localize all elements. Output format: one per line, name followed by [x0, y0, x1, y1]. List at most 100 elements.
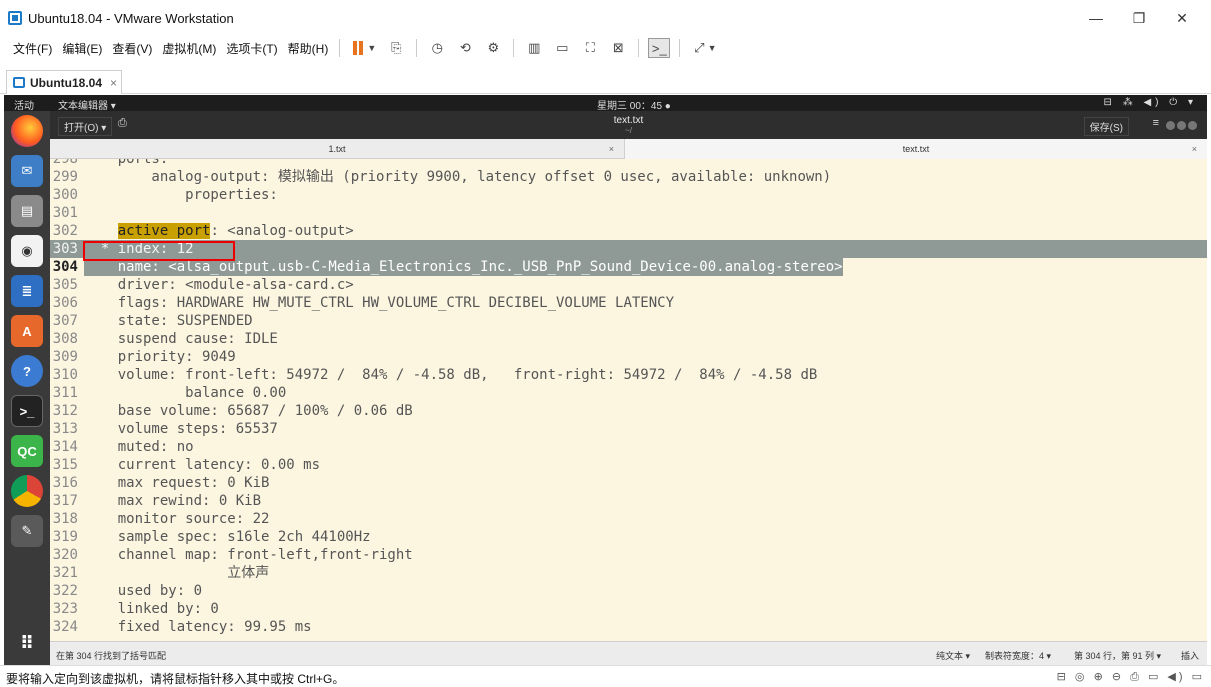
annotation-highlight-box [83, 241, 235, 261]
snapshot-icon[interactable]: ◷ [426, 38, 448, 58]
gedit-headerbar: 打开(O) ▾ ⎙ text.txt ~/ 保存(S) ≡ [50, 111, 1207, 139]
save-button[interactable]: 保存(S) [1083, 117, 1129, 136]
code-line: 323 linked by: 0 [52, 601, 219, 617]
menu-help[interactable]: 帮助(H) [283, 40, 334, 57]
code-line: 300 properties: [52, 187, 278, 203]
tab-label: text.txt [902, 144, 930, 154]
snapshot-manager-icon[interactable]: ⚙ [482, 38, 504, 58]
vm-tab-label: Ubuntu18.04 [30, 75, 103, 90]
gedit-statusbar: 在第 304 行找到了括号匹配 纯文本 ▾ 制表符宽度：4 ▾ 第 304 行，… [50, 641, 1207, 665]
close-icon[interactable]: × [1192, 144, 1197, 154]
device-status-icons[interactable]: ⊟ ◎ ⊕ ⊖ ⎙ ▭ ◀) ▭ [1057, 670, 1205, 684]
minimize-icon[interactable] [1166, 121, 1175, 130]
system-tray[interactable]: ⊟ ⁂ ◀) ⏻ ▾ [1104, 97, 1197, 108]
text-editor-area[interactable]: 298 ports: 299 analog-output: 模拟输出 (prio… [50, 159, 1207, 641]
code-line: 320 channel map: front-left,front-right [52, 547, 413, 563]
libreoffice-writer-icon[interactable]: ≣ [11, 275, 43, 307]
window-controls [1164, 119, 1197, 133]
qtcreator-icon[interactable]: QC [11, 435, 43, 467]
document-title: text.txt [613, 115, 644, 126]
help-icon[interactable]: ? [11, 355, 43, 387]
minimize-button[interactable]: — [1073, 0, 1119, 36]
revert-snapshot-icon[interactable]: ⟲ [454, 38, 476, 58]
tab-text-txt[interactable]: text.txt × [624, 139, 1207, 159]
code-line: 307 state: SUSPENDED [52, 313, 253, 329]
code-line: 321 立体声 [52, 565, 270, 581]
text-editor-icon[interactable]: ✎ [11, 515, 43, 547]
code-line: 313 volume steps: 65537 [52, 421, 278, 437]
code-line: 317 max rewind: 0 KiB [52, 493, 262, 509]
dock: ✉ ▤ ◉ ≣ A ? >_ QC ✎ ⠿ [4, 111, 50, 665]
files-icon[interactable]: ▤ [11, 195, 43, 227]
tab-1-txt[interactable]: 1.txt × [50, 139, 624, 159]
toolbar-separator [513, 39, 515, 57]
code-line: 319 sample spec: s16le 2ch 44100Hz [52, 529, 371, 545]
menu-view[interactable]: 查看(V) [107, 40, 157, 57]
clock[interactable]: 星期三 00：45 ● [597, 97, 671, 112]
code-line: 298 ports: [52, 159, 169, 167]
toolbar-separator [679, 39, 681, 57]
document-path: ~/ [625, 126, 632, 135]
menubar: 文件(F) 编辑(E) 查看(V) 虚拟机(M) 选项卡(T) 帮助(H) ▼ … [0, 36, 1211, 60]
toolbar-separator [638, 39, 640, 57]
hamburger-menu-icon[interactable]: ≡ [1153, 117, 1159, 129]
code-line: 322 used by: 0 [52, 583, 203, 599]
maximize-icon[interactable] [1177, 121, 1186, 130]
menu-vm[interactable]: 虚拟机(M) [157, 40, 221, 57]
code-line: 315 current latency: 0.00 ms [52, 457, 321, 473]
insert-mode: 插入 [1181, 651, 1200, 661]
menu-edit[interactable]: 编辑(E) [57, 40, 107, 57]
chevron-down-icon: ▼ [367, 43, 377, 53]
vm-tabstrip: Ubuntu18.04 × [0, 66, 1211, 94]
activities-button[interactable]: 活动 [14, 97, 34, 112]
document-tabs: 1.txt × text.txt × [50, 139, 1207, 159]
gedit-window: 打开(O) ▾ ⎙ text.txt ~/ 保存(S) ≡ 1.txt × te… [50, 111, 1207, 665]
guest-screen[interactable]: 活动 文本编辑器 ▾ 星期三 00：45 ● ⊟ ⁂ ◀) ⏻ ▾ ✉ ▤ ◉ … [4, 95, 1207, 665]
close-icon[interactable] [1188, 121, 1197, 130]
stretch-guest-icon[interactable]: ⤢ ▼ [689, 38, 721, 58]
code-line: 312 base volume: 65687 / 100% / 0.06 dB [52, 403, 413, 419]
cursor-position-dropdown[interactable]: 第 304 行，第 91 列 ▾ [1074, 649, 1161, 662]
library-view-icon[interactable]: ▥ [523, 38, 545, 58]
unity-icon[interactable]: ⊠ [607, 38, 629, 58]
software-center-icon[interactable]: A [11, 315, 43, 347]
code-line: 309 priority: 9049 [52, 349, 236, 365]
close-icon[interactable]: × [609, 144, 614, 154]
fullscreen-icon[interactable]: ⛶ [579, 38, 601, 58]
code-line: 308 suspend cause: IDLE [52, 331, 278, 347]
code-line: 299 analog-output: 模拟输出 (priority 9900, … [52, 169, 832, 185]
show-apps-icon[interactable]: ⠿ [11, 627, 43, 659]
thunderbird-icon[interactable]: ✉ [11, 155, 43, 187]
syntax-mode-dropdown[interactable]: 纯文本 ▾ [936, 649, 970, 662]
tab-width-dropdown[interactable]: 制表符宽度：4 ▾ [985, 649, 1051, 662]
terminal-icon[interactable]: >_ [11, 395, 43, 427]
vmware-icon [8, 11, 22, 25]
search-match-highlight: active port [117, 223, 211, 239]
rhythmbox-icon[interactable]: ◉ [11, 235, 43, 267]
host-statusbar: 要将输入定向到该虚拟机，请将鼠标指针移入其中或按 Ctrl+G。 ⊟ ◎ ⊕ ⊖… [0, 665, 1211, 686]
code-line: 324 fixed latency: 99.95 ms [52, 619, 312, 635]
window-titlebar: Ubuntu18.04 - VMware Workstation — ❐ ✕ [0, 0, 1211, 36]
pause-button[interactable]: ▼ [349, 38, 379, 58]
menu-tabs[interactable]: 选项卡(T) [221, 40, 282, 57]
console-view-icon[interactable]: >_ [648, 38, 671, 58]
code-line: 316 max request: 0 KiB [52, 475, 270, 491]
tab-label: 1.txt [328, 144, 346, 154]
menu-file[interactable]: 文件(F) [8, 40, 57, 57]
code-line: 301 [52, 205, 78, 221]
chrome-icon[interactable] [11, 475, 43, 507]
gnome-topbar: 活动 文本编辑器 ▾ 星期三 00：45 ● ⊟ ⁂ ◀) ⏻ ▾ [4, 95, 1207, 112]
thumbnail-view-icon[interactable]: ▭ [551, 38, 573, 58]
restore-button[interactable]: ❐ [1116, 0, 1162, 36]
vm-icon [13, 77, 25, 88]
code-line: 314 muted: no [52, 439, 194, 455]
firefox-icon[interactable] [11, 115, 43, 147]
app-menu[interactable]: 文本编辑器 ▾ [58, 97, 116, 112]
close-icon[interactable]: × [110, 76, 117, 90]
vm-tab[interactable]: Ubuntu18.04 × [6, 70, 122, 94]
code-line: 305 driver: <module-alsa-card.c> [52, 277, 354, 293]
send-ctrl-alt-del-icon[interactable]: ⎘ [385, 38, 407, 58]
close-button[interactable]: ✕ [1159, 0, 1205, 36]
host-status-message: 要将输入定向到该虚拟机，请将鼠标指针移入其中或按 Ctrl+G。 [6, 672, 345, 686]
code-line: 311 balance 0.00 [52, 385, 287, 401]
